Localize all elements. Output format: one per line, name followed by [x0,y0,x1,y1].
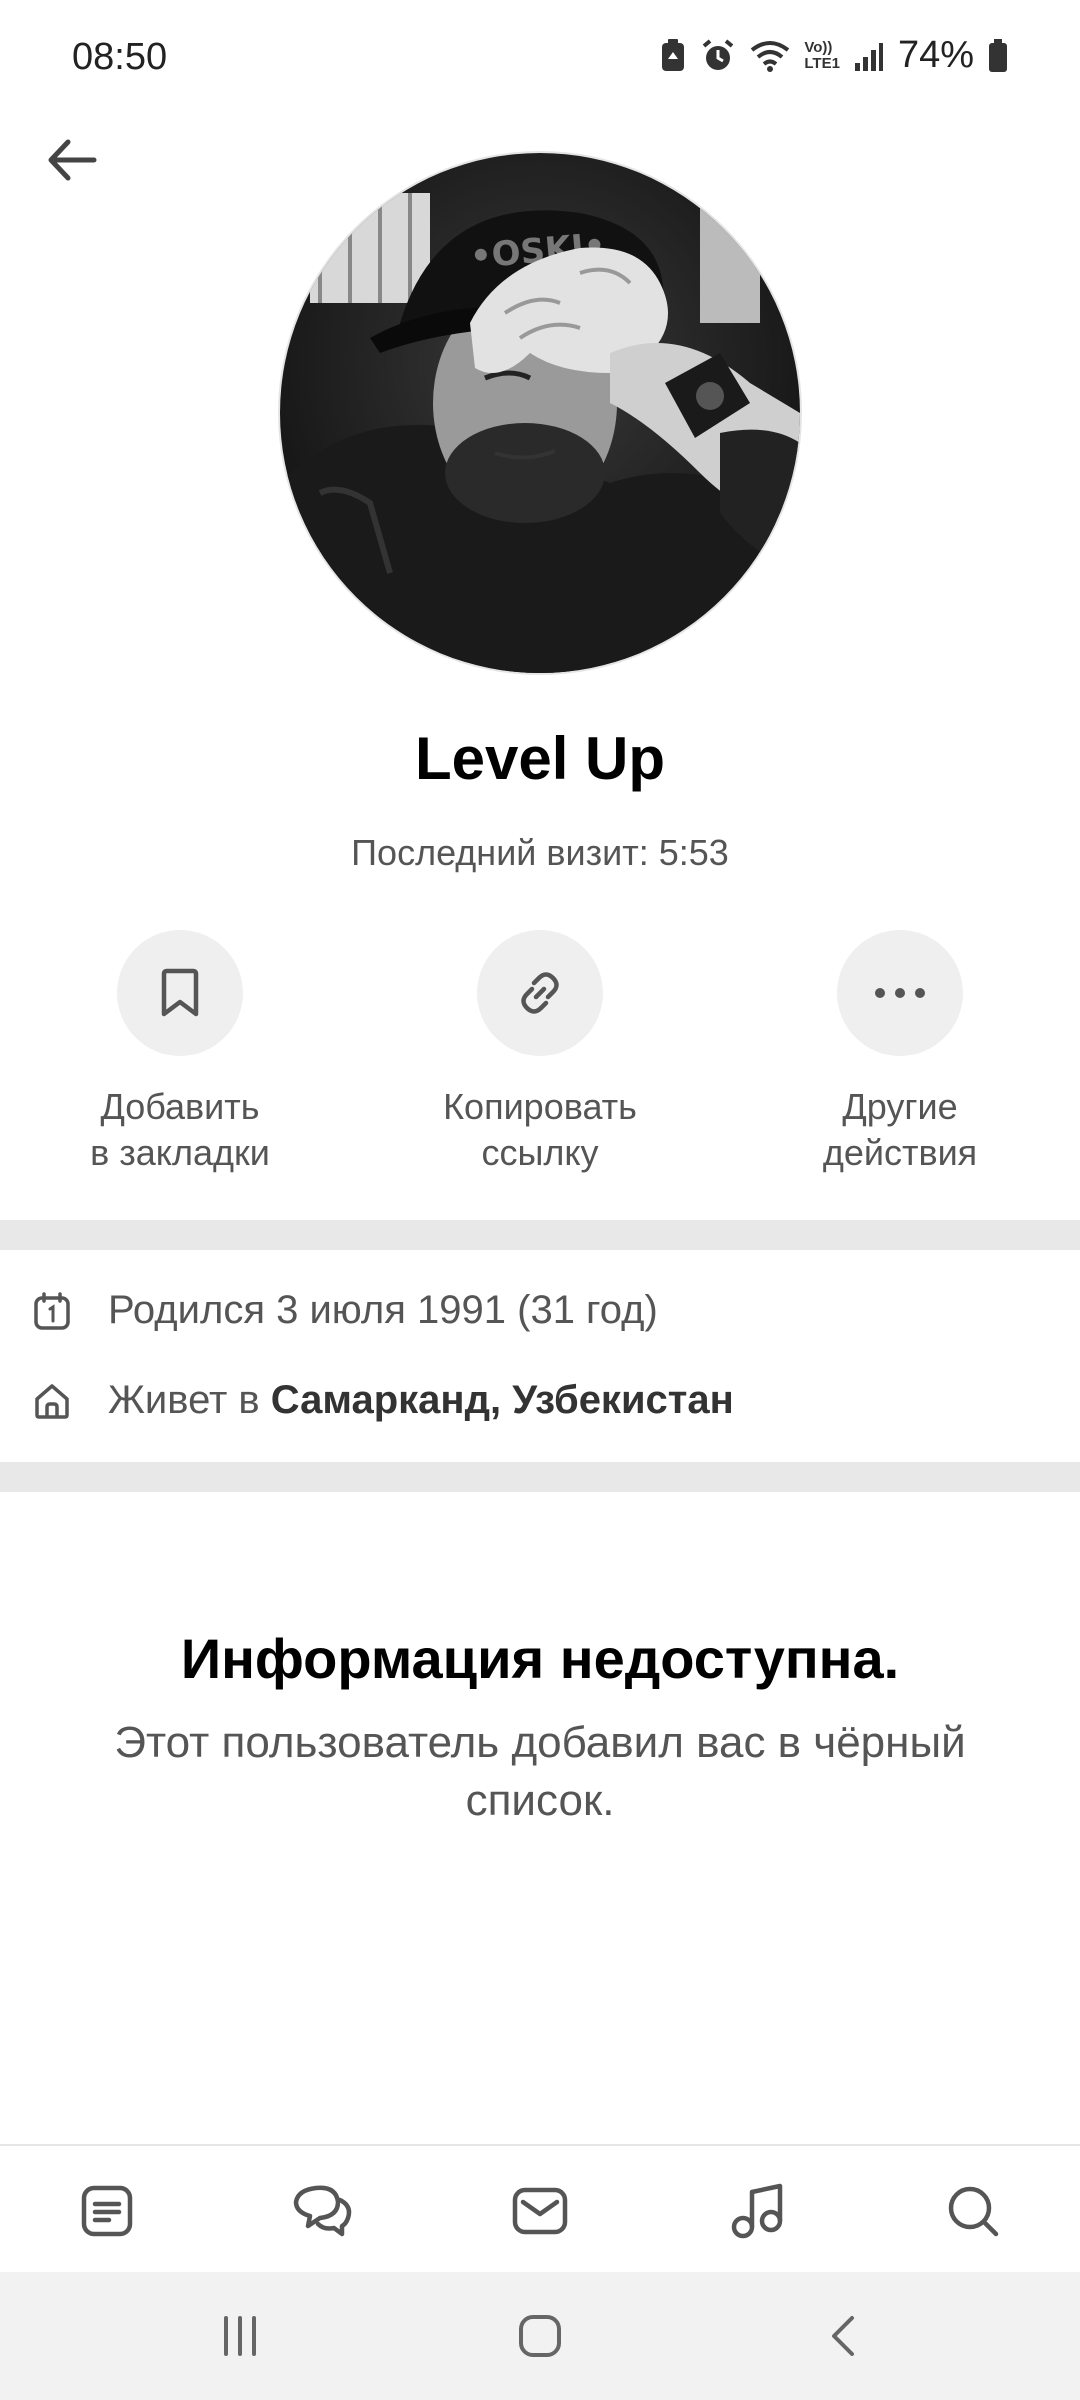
battery-percent: 74% [897,34,974,76]
profile-name: Level Up [414,725,666,792]
back-button[interactable] [36,124,108,196]
birthday-text: Родился 3 июля 1991 (31 год) [108,1288,658,1332]
mail-icon [512,2187,568,2235]
last-visit: Последний визит: 5:53 [351,832,729,873]
back-icon [832,2316,854,2356]
wifi-icon [750,40,790,72]
home-location-icon [35,1383,69,1419]
bookmark-icon [161,968,199,1017]
volte-lte-icon: Vo)) LTE1 [804,38,840,72]
search-icon [948,2186,999,2237]
calendar-icon [34,1291,70,1330]
more-actions-circle[interactable] [837,930,963,1056]
messenger-icon [293,2185,352,2237]
recents-button[interactable] [200,2300,280,2372]
blocked-title: Информация недоступна. [180,1627,900,1690]
avatar-photo: •OSKI• [280,153,800,673]
alarm-icon [700,38,736,74]
location-prefix: Живет в [108,1378,271,1422]
add-bookmark-label: Добавить в закладки [90,1086,270,1173]
home-icon [519,2315,561,2357]
home-button[interactable] [500,2300,580,2372]
bookmark-button-circle[interactable] [117,930,243,1056]
tab-feed[interactable] [72,2176,142,2246]
tab-messenger[interactable] [288,2176,358,2246]
birthday-row: Родился 3 июля 1991 (31 год) [32,1288,658,1333]
more-actions-label: Другие действия [822,1086,978,1173]
section-divider [0,1462,1080,1492]
tab-mail[interactable] [505,2176,575,2246]
avatar[interactable]: •OSKI• [280,153,800,673]
recents-icon [224,2316,256,2356]
location-city[interactable]: Самарканд, Узбекистан [271,1378,734,1423]
copy-link-circle[interactable] [477,930,603,1056]
feed-icon [81,2185,133,2237]
more-actions-button[interactable]: Другие действия [750,930,1050,1176]
section-divider [0,1220,1080,1250]
link-icon [521,972,559,1014]
music-icon [731,2183,783,2239]
battery-saver-icon [660,38,686,73]
status-icons: Vo)) LTE1 74% [660,34,1008,77]
add-bookmark-button[interactable]: Добавить в закладки [30,930,330,1176]
signal-icon [854,41,884,71]
status-time: 08:50 [72,36,168,78]
system-back-button[interactable] [804,2300,884,2372]
arrow-left-icon [48,139,97,181]
more-icon [875,988,925,998]
location-row: Живет в Самарканд, Узбекистан [32,1378,734,1423]
copy-link-label: Копировать ссылку [443,1086,637,1173]
copy-link-button[interactable]: Копировать ссылку [390,930,690,1176]
lte-label: LTE1 [804,54,840,72]
status-bar: 08:50 Vo)) LTE1 74% [0,0,1080,120]
volte-label: Vo)) [804,38,833,56]
tab-search[interactable] [938,2176,1008,2246]
battery-icon [988,38,1008,73]
tab-music[interactable] [722,2176,792,2246]
blocked-text: Этот пользователь добавил вас в чёрный с… [114,1718,966,1825]
